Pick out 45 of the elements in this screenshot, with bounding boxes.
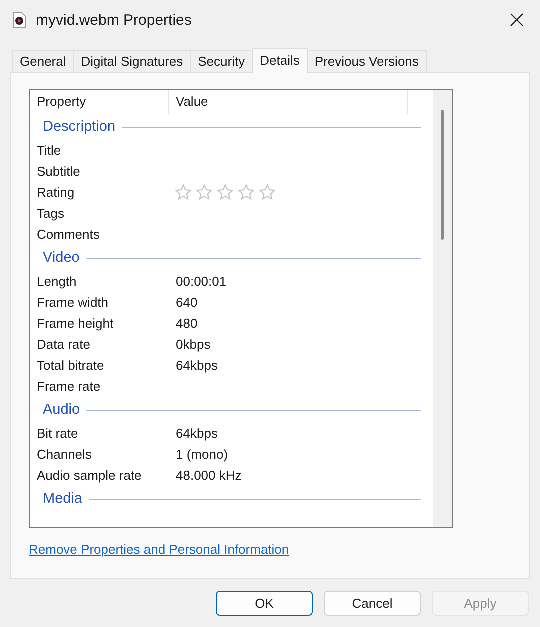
property-value: 480 (175, 316, 199, 331)
property-value: 640 (175, 295, 199, 310)
star-icon[interactable] (175, 184, 192, 201)
group-header: Media (43, 491, 82, 507)
group-header: Description (43, 119, 116, 135)
star-icon[interactable] (238, 184, 255, 201)
close-icon[interactable] (510, 13, 524, 27)
tab[interactable]: General (12, 50, 74, 72)
property-name: Data rate (36, 337, 92, 352)
tab[interactable]: Details (252, 48, 308, 73)
property-name: Frame width (36, 295, 110, 310)
group-header: Audio (43, 402, 80, 418)
property-value: 48.000 kHz (175, 468, 243, 483)
star-icon[interactable] (217, 184, 234, 201)
tab[interactable]: Security (190, 50, 254, 72)
property-value: 64kbps (175, 358, 219, 373)
property-value: 64kbps (175, 426, 219, 441)
property-name: Frame rate (36, 379, 102, 394)
property-name: Comments (36, 227, 101, 242)
property-name: Tags (36, 206, 66, 221)
property-name: Subtitle (36, 164, 82, 179)
property-name: Title (36, 143, 62, 158)
property-name: Channels (36, 447, 93, 462)
property-name: Total bitrate (36, 358, 106, 373)
column-header[interactable]: Property (30, 90, 169, 114)
property-value: 1 (mono) (175, 447, 230, 462)
link[interactable]: Remove Properties and Personal Information (29, 542, 290, 557)
button[interactable]: Cancel (324, 591, 421, 616)
group-header: Video (43, 250, 80, 266)
window-title: myvid.webm Properties (36, 12, 193, 28)
property-value: 00:00:01 (175, 274, 228, 289)
video-file-icon (13, 12, 26, 28)
property-name: Frame height (36, 316, 115, 331)
button[interactable]: OK (216, 591, 313, 616)
star-icon[interactable] (259, 184, 276, 201)
property-name: Length (36, 274, 78, 289)
tab[interactable]: Digital Signatures (73, 50, 192, 72)
star-icon[interactable] (196, 184, 213, 201)
scrollbar[interactable] (433, 90, 452, 527)
property-name: Rating (36, 185, 76, 200)
column-header[interactable]: Value (169, 90, 408, 114)
tab[interactable]: Previous Versions (306, 50, 427, 72)
property-value: 0kbps (175, 337, 212, 352)
property-name: Bit rate (36, 426, 80, 441)
property-name: Audio sample rate (36, 468, 143, 483)
